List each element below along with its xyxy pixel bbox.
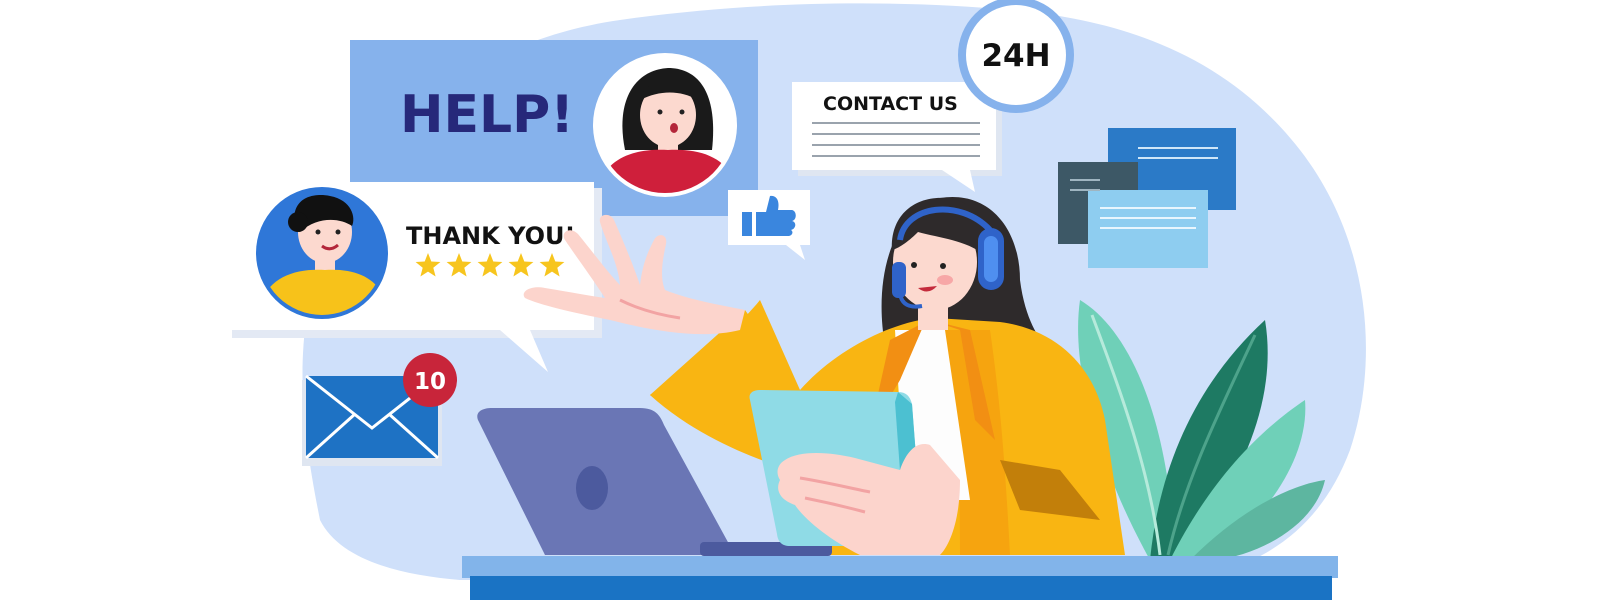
thank-you-text: THANK YOU!: [406, 222, 575, 250]
avatar-eye: [315, 229, 321, 235]
desk: [462, 556, 1338, 600]
agent-eye: [940, 263, 946, 269]
agent-eye: [911, 262, 917, 268]
help-bubble-text: HELP!: [400, 85, 574, 145]
avatar-eye: [679, 109, 685, 115]
desk-front: [470, 576, 1332, 600]
avatar-mouth: [670, 123, 678, 133]
availability-badge: 24H: [958, 0, 1074, 113]
contact-us-bubble: CONTACT US: [792, 82, 1002, 192]
mail-count: 10: [414, 369, 446, 395]
contact-us-text: CONTACT US: [823, 93, 958, 115]
customer-support-illustration: HELP! THANK YOU! CONTACT US 24H 10: [226, 0, 1366, 600]
avatar-eye: [335, 229, 341, 235]
availability-badge-text: 24H: [981, 38, 1050, 74]
desk-top: [462, 556, 1338, 578]
agent-cheek: [937, 275, 953, 285]
avatar-eye: [657, 109, 663, 115]
laptop-logo: [576, 466, 608, 510]
avatar-hair-bun: [288, 212, 308, 232]
